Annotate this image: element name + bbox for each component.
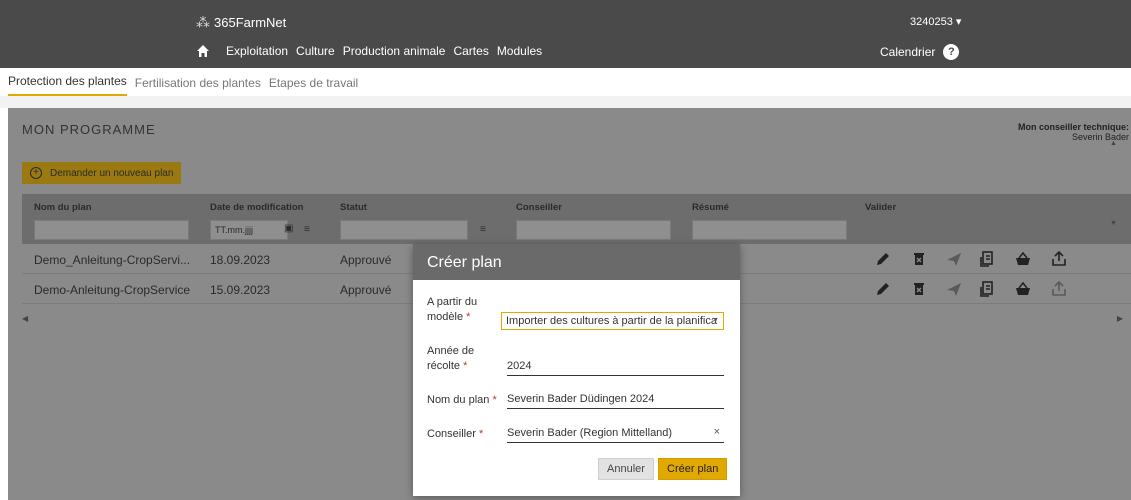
- col-statut[interactable]: Statut: [340, 202, 367, 213]
- sub-nav: Protection des plantes Fertilisation des…: [0, 68, 1131, 96]
- advisor-name: Severin Bader: [1071, 132, 1129, 142]
- request-new-plan-button[interactable]: + Demander un nouveau plan: [22, 162, 182, 184]
- row-status: Approuvé: [340, 253, 392, 267]
- nav-culture[interactable]: Culture: [296, 44, 335, 58]
- main-nav: Exploitation Culture Production animale …: [196, 44, 542, 58]
- nav-exploitation[interactable]: Exploitation: [226, 44, 288, 58]
- clear-icon[interactable]: ×: [714, 426, 720, 438]
- basket-icon[interactable]: [1014, 280, 1032, 298]
- chevron-down-icon: ▼: [712, 317, 719, 324]
- cancel-button[interactable]: Annuler: [598, 458, 654, 480]
- template-label: A partir du modèle *: [427, 296, 478, 323]
- filter-statut-icon[interactable]: ≡: [480, 224, 486, 235]
- row-plan-name[interactable]: Demo-Anleitung-CropService: [34, 283, 190, 297]
- delete-icon[interactable]: [910, 280, 928, 298]
- export-icon[interactable]: [1050, 280, 1068, 298]
- advisor-label: Conseiller *: [427, 428, 484, 440]
- col-conseiller[interactable]: Conseiller: [516, 202, 562, 213]
- nav-cartes[interactable]: Cartes: [453, 44, 488, 58]
- account-menu[interactable]: 3240253 ▾: [910, 15, 961, 28]
- scroll-up-icon[interactable]: ▲: [1110, 140, 1117, 147]
- delete-icon[interactable]: [910, 250, 928, 268]
- edit-icon[interactable]: [874, 280, 892, 298]
- template-select[interactable]: Importer des cultures à partir de la pla…: [501, 312, 724, 330]
- advisor-select[interactable]: Severin Bader (Region Mittelland) ×: [507, 425, 724, 443]
- row-status: Approuvé: [340, 283, 392, 297]
- dialog-title: Créer plan: [413, 244, 740, 280]
- copy-document-icon[interactable]: [979, 250, 997, 268]
- filter-date[interactable]: TT.mm.jjjj: [210, 220, 288, 240]
- filter-conseiller[interactable]: [516, 220, 671, 240]
- row-date: 18.09.2023: [210, 253, 271, 267]
- top-bar: ⁂ 365FarmNet 3240253 ▾ Exploitation Cult…: [0, 0, 1131, 68]
- export-icon[interactable]: [1050, 250, 1068, 268]
- brand-logo[interactable]: ⁂ 365FarmNet: [196, 14, 286, 31]
- advisor-label: Mon conseiller technique:: [1017, 122, 1129, 132]
- help-icon[interactable]: ?: [943, 44, 960, 60]
- farm-logo-icon: ⁂: [196, 14, 210, 30]
- tab-etapes-de-travail[interactable]: Etapes de travail: [269, 76, 358, 96]
- calendar-area: Calendrier ?: [880, 44, 960, 60]
- send-icon[interactable]: [945, 250, 963, 268]
- row-date: 15.09.2023: [210, 283, 271, 297]
- copy-document-icon[interactable]: [979, 280, 997, 298]
- create-plan-dialog: Créer plan A partir du modèle * Importer…: [413, 244, 740, 496]
- edit-icon[interactable]: [874, 250, 892, 268]
- filter-statut[interactable]: [340, 220, 468, 240]
- tab-fertilisation-des-plantes[interactable]: Fertilisation des plantes: [135, 76, 261, 96]
- send-icon[interactable]: [945, 280, 963, 298]
- filter-nom-du-plan[interactable]: [34, 220, 189, 240]
- technical-advisor: Mon conseiller technique: Severin Bader: [1018, 122, 1129, 142]
- harvest-year-label: Année de récolte *: [427, 345, 475, 372]
- col-valider[interactable]: Valider: [865, 202, 896, 213]
- col-nom-du-plan[interactable]: Nom du plan: [34, 202, 92, 213]
- calendar-icon[interactable]: ▣: [284, 223, 293, 234]
- scroll-down-icon[interactable]: ▼: [1110, 220, 1117, 227]
- plus-circle-icon: +: [30, 167, 42, 179]
- home-icon[interactable]: [196, 44, 210, 58]
- harvest-year-input[interactable]: 2024: [507, 358, 724, 376]
- request-new-plan-label: Demander un nouveau plan: [50, 167, 174, 179]
- row-plan-name[interactable]: Demo_Anleitung-CropServi...: [34, 253, 190, 267]
- basket-icon[interactable]: [1014, 250, 1032, 268]
- brand-name: 365FarmNet: [214, 15, 287, 30]
- nav-modules[interactable]: Modules: [497, 44, 542, 58]
- filter-icon[interactable]: ≡: [304, 224, 310, 235]
- scroll-right-icon[interactable]: ▶: [1117, 314, 1123, 323]
- calendar-link[interactable]: Calendrier: [880, 45, 935, 59]
- nav-production-animale[interactable]: Production animale: [343, 44, 446, 58]
- plan-name-label: Nom du plan *: [427, 394, 497, 406]
- filter-resume[interactable]: [692, 220, 847, 240]
- scroll-left-icon[interactable]: ◀: [22, 314, 28, 323]
- separator: [0, 96, 1131, 108]
- col-date-modification[interactable]: Date de modification: [210, 202, 303, 213]
- page-title: MON PROGRAMME: [22, 122, 156, 137]
- create-plan-button[interactable]: Créer plan: [658, 458, 728, 480]
- tab-protection-des-plantes[interactable]: Protection des plantes: [8, 74, 127, 96]
- col-resume[interactable]: Résumé: [692, 202, 729, 213]
- table-header: Nom du plan Date de modification Statut …: [22, 194, 1131, 244]
- plan-name-input[interactable]: Severin Bader Düdingen 2024: [507, 391, 724, 409]
